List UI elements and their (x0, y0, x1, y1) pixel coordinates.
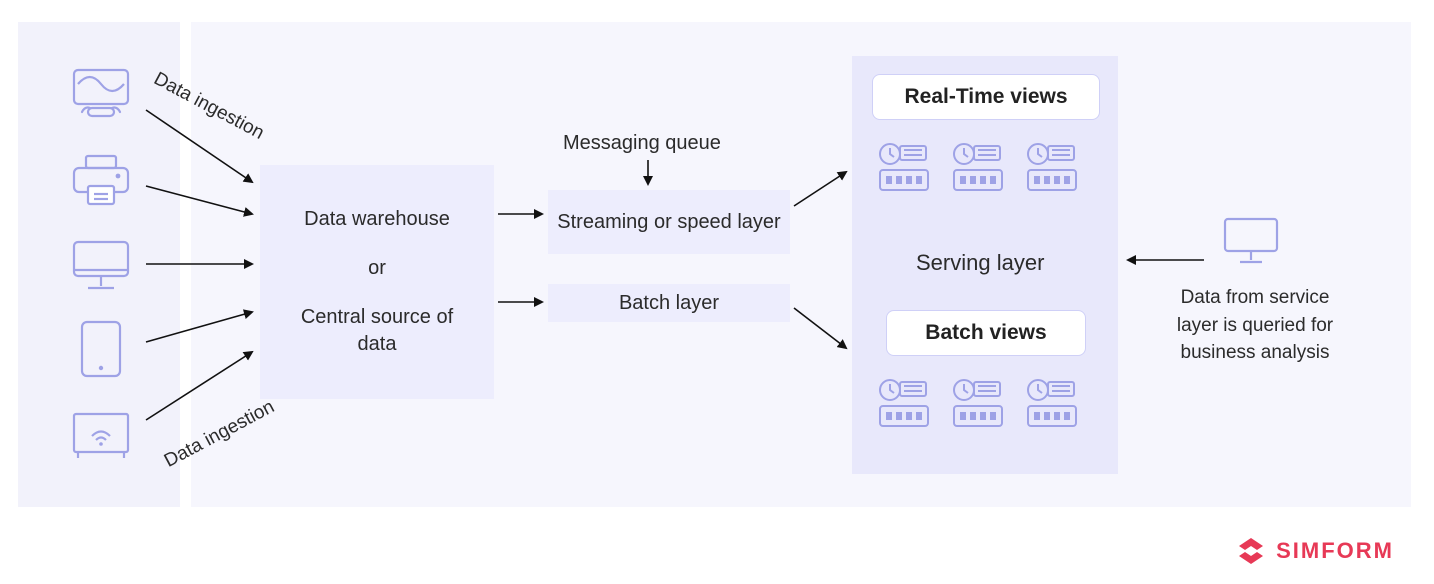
or-label: or (368, 255, 386, 282)
realtime-views-pill: Real-Time views (872, 74, 1100, 120)
batch-layer-label: Batch layer (619, 292, 719, 315)
server-icon (950, 376, 1006, 437)
data-warehouse-node: Data warehouse or Central source of data (260, 165, 494, 399)
realtime-views-label: Real-Time views (904, 85, 1067, 109)
query-client-icon (1220, 214, 1282, 273)
simform-mark-icon (1236, 536, 1266, 566)
smart-tv-icon (68, 406, 134, 469)
tablet-icon (78, 318, 124, 385)
streaming-layer-node: Streaming or speed layer (548, 190, 790, 254)
desktop-icon (68, 236, 134, 299)
brand-logo: SIMFORM (1236, 536, 1394, 566)
query-description: Data from service layer is queried for b… (1165, 284, 1345, 367)
server-icon (1024, 376, 1080, 437)
server-icon (1024, 140, 1080, 201)
streaming-layer-label: Streaming or speed layer (557, 209, 780, 236)
server-icon (876, 376, 932, 437)
central-source-label: Central source of data (287, 304, 467, 358)
printer-icon (68, 152, 134, 215)
data-warehouse-label: Data warehouse (304, 206, 450, 233)
brand-name: SIMFORM (1276, 538, 1394, 564)
messaging-queue-label: Messaging queue (563, 132, 721, 155)
serving-layer-label: Serving layer (916, 250, 1044, 276)
server-icon (950, 140, 1006, 201)
batch-views-label: Batch views (925, 321, 1046, 345)
router-icon (68, 64, 134, 129)
batch-layer-node: Batch layer (548, 284, 790, 322)
batch-views-pill: Batch views (886, 310, 1086, 356)
server-icon (876, 140, 932, 201)
